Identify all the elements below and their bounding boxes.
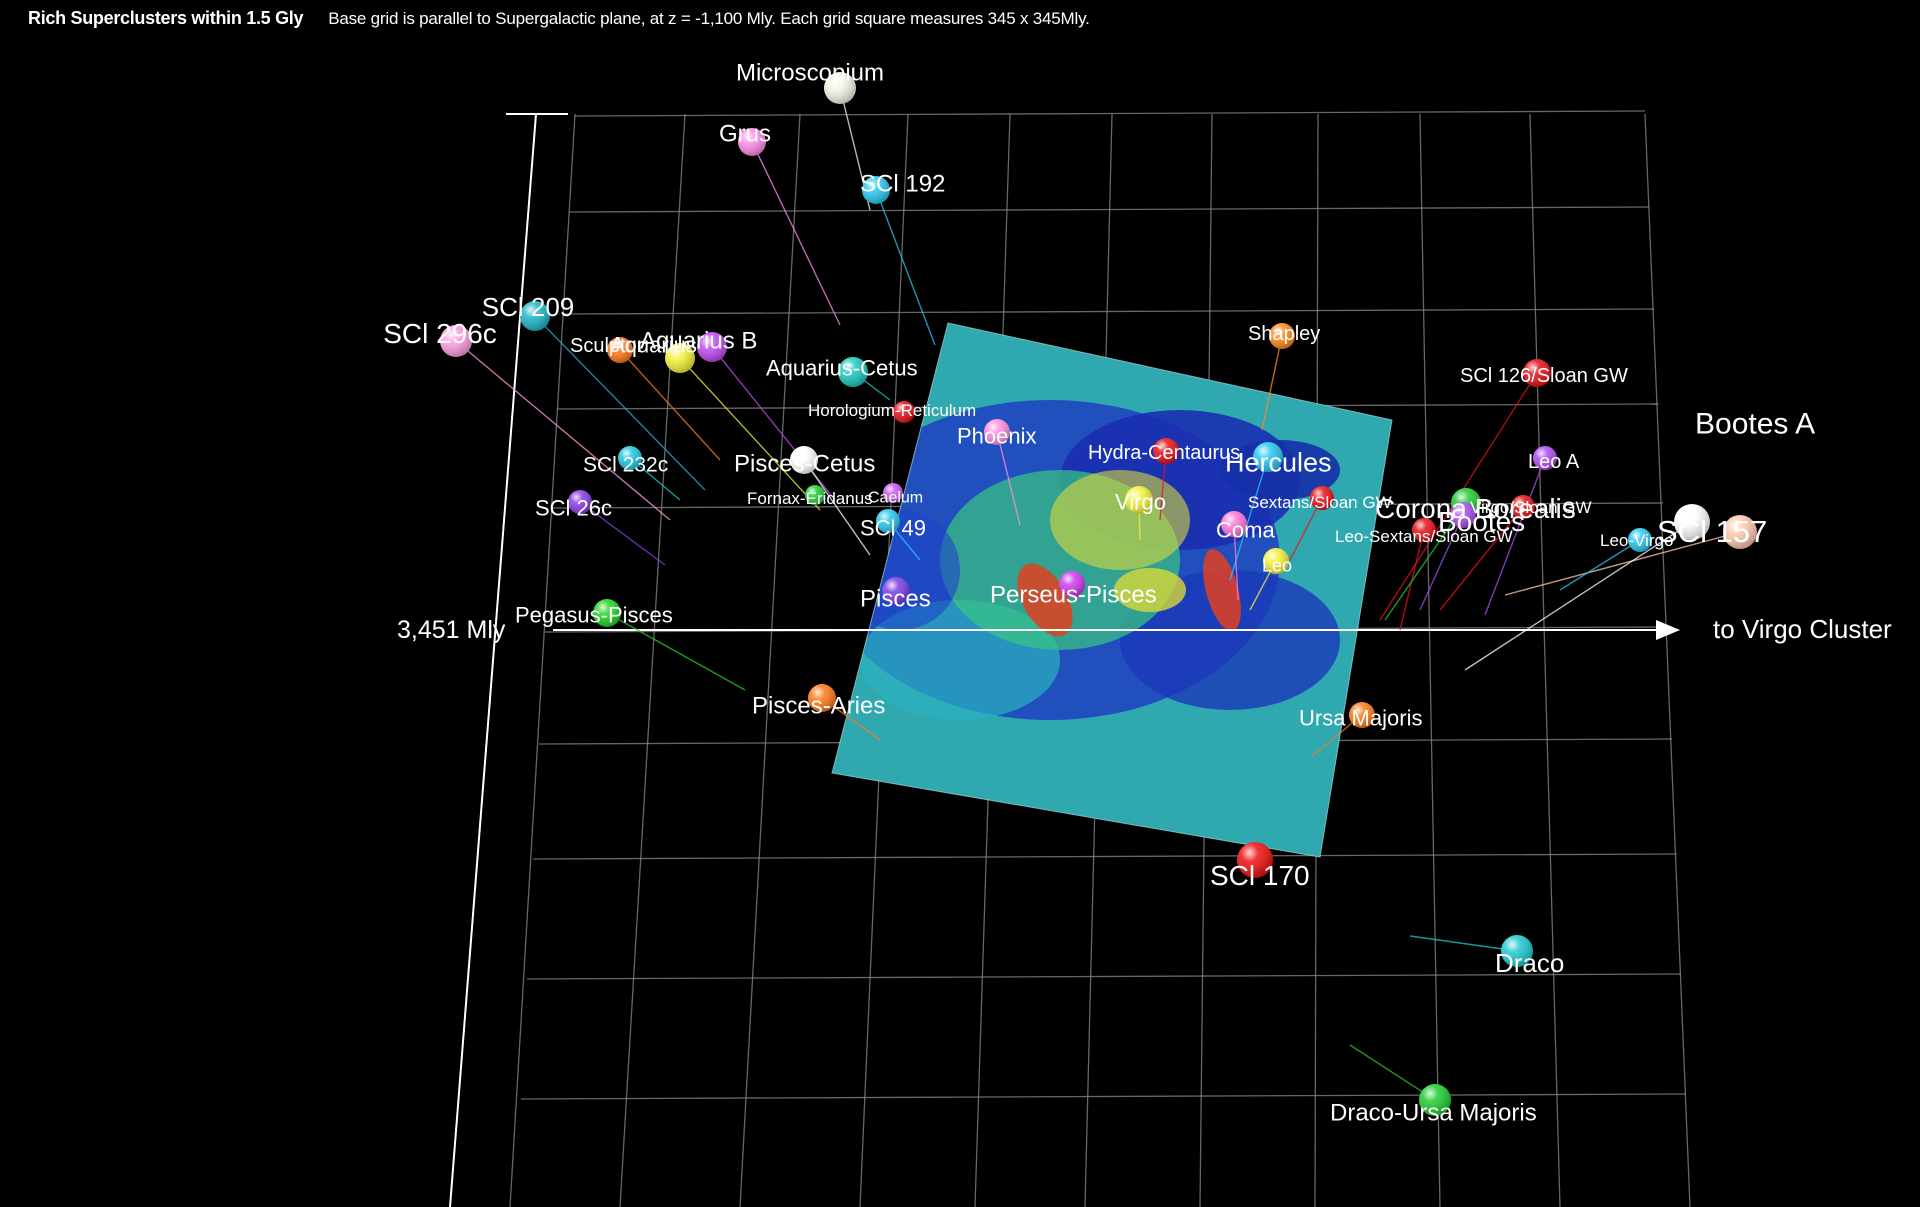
scale-bar: [449, 113, 568, 1207]
label-phoenix: Phoenix: [957, 424, 1037, 449]
label-coma: Coma: [1216, 518, 1275, 543]
label-hydra-centaurus: Hydra-Centaurus: [1088, 442, 1240, 464]
leader-aquarius: [679, 357, 821, 511]
label-grus: Grus: [719, 120, 771, 147]
label-shapley: Shapley: [1248, 323, 1320, 345]
label-perseus-pisces: Perseus-Pisces: [990, 581, 1157, 608]
supercluster-scene: 3,451 Mly to Virgo Cluster Microscopium G…: [383, 59, 1892, 1207]
label-caelum: Caelum: [868, 490, 923, 507]
virgo-axis-label: to Virgo Cluster: [1713, 614, 1892, 644]
label-scl-296c: SCl 296c: [383, 318, 497, 349]
label-leo-virgo: Leo-Virgo: [1600, 531, 1673, 550]
label-microscopium: Microscopium: [736, 59, 884, 86]
label-virgo: Virgo: [1115, 490, 1166, 515]
label-scl-232c: SCl 232c: [583, 453, 668, 476]
label-pisces-aries: Pisces-Aries: [752, 692, 885, 719]
leader-scl-192: [875, 189, 936, 346]
label-draco-ursa-majoris: Draco-Ursa Majoris: [1330, 1099, 1537, 1126]
label-aquarius-cetus: Aquarius-Cetus: [766, 356, 918, 381]
label-draco: Draco: [1495, 948, 1564, 978]
scale-label: 3,451 Mly: [397, 616, 506, 644]
label-scl-170: SCl 170: [1210, 860, 1310, 891]
label-aquarius-b: Aquarius B: [640, 327, 757, 354]
arrow-head-icon: [1656, 620, 1680, 640]
label-ursa-majoris: Ursa Majoris: [1299, 706, 1422, 731]
label-pisces: Pisces: [860, 585, 931, 612]
label-hercules: Hercules: [1225, 447, 1332, 477]
leader-grus: [751, 141, 841, 326]
label-scl-192: SCl 192: [860, 170, 945, 197]
label-leo: Leo: [1262, 555, 1292, 575]
leader-scl-296c: [455, 340, 671, 521]
label-fornax-eridanus: Fornax-Eridanus: [747, 489, 873, 508]
label-scl-126-sloan-gw: SCl 126/Sloan GW: [1460, 365, 1628, 387]
label-horologium-reticulum: Horologium-Reticulum: [808, 401, 976, 420]
label-virgo-sloan-gw: Virgo/Sloan GW: [1470, 498, 1592, 517]
label-pisces-cetus: Pisces-Cetus: [734, 450, 875, 477]
label-leo-a: Leo A: [1528, 451, 1580, 473]
supercluster-labels: MicroscopiumGrusSCl 192SCl 209SCl 296c Sc…: [383, 59, 1815, 1126]
label-scl-49: SCl 49: [860, 516, 926, 541]
label-pegasus-pisces: Pegasus-Pisces: [515, 603, 673, 628]
label-bootes-a: Bootes A: [1695, 408, 1815, 441]
label-sextans-sloan-gw: Sextans/Sloan GW: [1248, 493, 1392, 512]
label-scl-157: SCl 157: [1657, 514, 1767, 549]
label-scl-26c: SCl 26c: [535, 496, 612, 521]
